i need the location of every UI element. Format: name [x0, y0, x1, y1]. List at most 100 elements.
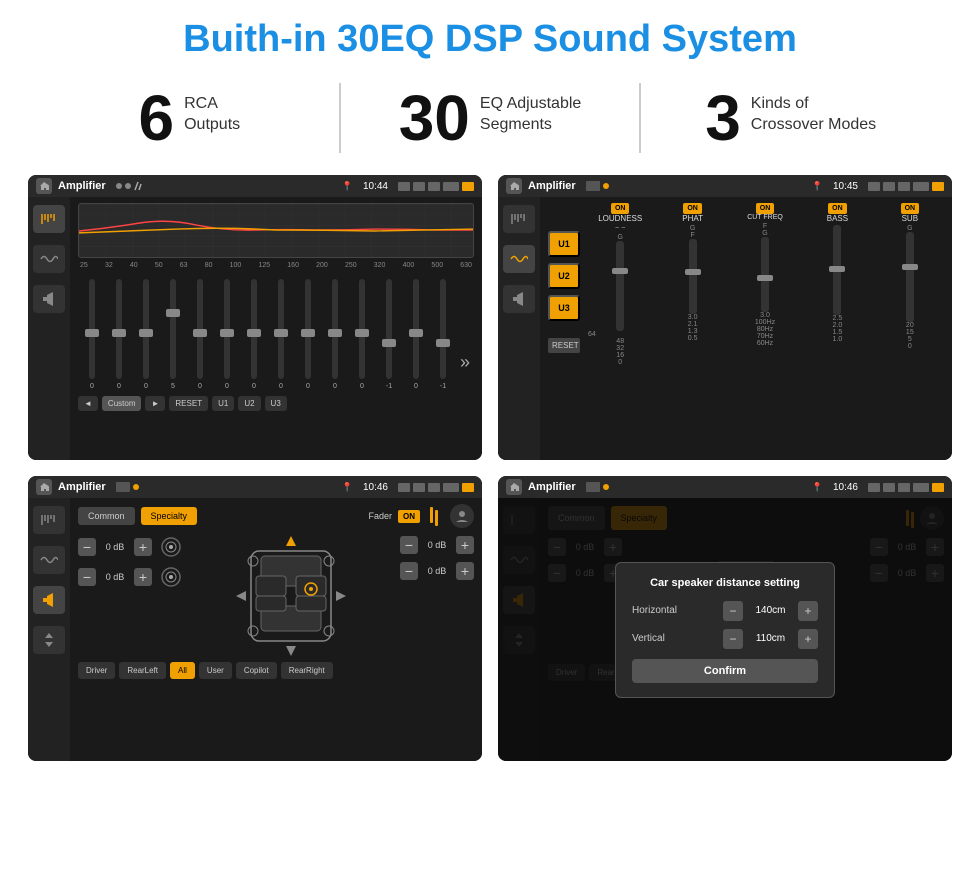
slider-track-4[interactable]	[197, 279, 203, 379]
slider-track-5[interactable]	[224, 279, 230, 379]
preset-u3-button[interactable]: U3	[548, 295, 580, 321]
level-value-2: 0 dB	[422, 540, 452, 550]
eq-reset-button[interactable]: RESET	[169, 396, 208, 411]
crossover-nav-eq[interactable]	[503, 205, 535, 233]
loudness-thumb[interactable]	[612, 268, 628, 274]
slider-track-1[interactable]	[116, 279, 122, 379]
driver-button[interactable]: Driver	[78, 662, 115, 679]
level-minus-2[interactable]: −	[400, 536, 418, 554]
slider-track-11[interactable]	[386, 279, 392, 379]
slider-track-10[interactable]	[359, 279, 365, 379]
slider-thumb-13[interactable]	[436, 339, 450, 347]
level-minus-0[interactable]: −	[78, 538, 96, 556]
slider-track-13[interactable]	[440, 279, 446, 379]
eq-custom-button[interactable]: Custom	[102, 396, 142, 411]
dialog-home-icon[interactable]	[506, 479, 522, 495]
rearleft-button[interactable]: RearLeft	[119, 662, 166, 679]
eq-u1-button[interactable]: U1	[212, 396, 234, 411]
horizontal-minus-button[interactable]: −	[723, 601, 743, 621]
sub-thumb[interactable]	[902, 264, 918, 270]
all-button[interactable]: All	[170, 662, 195, 679]
dialog-back-icon[interactable]	[932, 483, 944, 492]
back-icon[interactable]	[462, 182, 474, 191]
back-icon-2[interactable]	[932, 182, 944, 191]
preset-u2-button[interactable]: U2	[548, 263, 580, 289]
vertical-plus-button[interactable]: +	[798, 629, 818, 649]
level-row-1: − 0 dB +	[78, 566, 182, 588]
level-minus-1[interactable]: −	[78, 568, 96, 586]
fader-nav-arrows[interactable]	[33, 626, 65, 654]
crossover-side-nav	[498, 197, 540, 460]
confirm-button[interactable]: Confirm	[632, 659, 818, 683]
dialog-cam-icon	[868, 483, 880, 492]
phat-slider[interactable]	[689, 239, 697, 314]
crossover-nav-wave[interactable]	[503, 245, 535, 273]
slider-track-12[interactable]	[413, 279, 419, 379]
preset-u1-button[interactable]: U1	[548, 231, 580, 257]
eq-nav-wave[interactable]	[33, 245, 65, 273]
cutfreq-thumb[interactable]	[757, 275, 773, 281]
slider-thumb-2[interactable]	[139, 329, 153, 337]
eq-next-button[interactable]: ►	[145, 396, 165, 411]
slider-track-0[interactable]	[89, 279, 95, 379]
level-minus-3[interactable]: −	[400, 562, 418, 580]
crossover-content: U1 U2 U3 RESET ON LOUDNESS	[548, 203, 944, 366]
crossover-nav-speaker[interactable]	[503, 285, 535, 313]
slider-track-7[interactable]	[278, 279, 284, 379]
bass-thumb[interactable]	[829, 266, 845, 272]
home-icon[interactable]	[36, 178, 52, 194]
cutfreq-slider[interactable]	[761, 237, 769, 312]
slider-thumb-12[interactable]	[409, 329, 423, 337]
vertical-minus-button[interactable]: −	[723, 629, 743, 649]
stat-eq: 30 EQ Adjustable Segments	[361, 86, 620, 150]
eq-nav-eq[interactable]	[33, 205, 65, 233]
fader-home-icon[interactable]	[36, 479, 52, 495]
specialty-tab-button[interactable]: Specialty	[141, 507, 198, 525]
loudness-slider[interactable]	[616, 241, 624, 331]
loudness-toggle[interactable]: ON	[611, 203, 630, 214]
eq-more-icon[interactable]: »	[458, 340, 472, 390]
eq-u2-button[interactable]: U2	[238, 396, 260, 411]
slider-thumb-6[interactable]	[247, 329, 261, 337]
slider-thumb-7[interactable]	[274, 329, 288, 337]
slider-thumb-3[interactable]	[166, 309, 180, 317]
horizontal-plus-button[interactable]: +	[798, 601, 818, 621]
crossover-home-icon[interactable]	[506, 178, 522, 194]
sub-toggle[interactable]: ON	[901, 203, 920, 214]
slider-track-9[interactable]	[332, 279, 338, 379]
slider-thumb-8[interactable]	[301, 329, 315, 337]
fader-back-icon[interactable]	[462, 483, 474, 492]
user-button[interactable]: User	[199, 662, 232, 679]
level-plus-2[interactable]: +	[456, 536, 474, 554]
slider-track-3[interactable]	[170, 279, 176, 379]
fader-nav-eq[interactable]	[33, 506, 65, 534]
slider-thumb-9[interactable]	[328, 329, 342, 337]
slider-thumb-5[interactable]	[220, 329, 234, 337]
cutfreq-toggle[interactable]: ON	[756, 203, 775, 214]
level-plus-1[interactable]: +	[134, 568, 152, 586]
level-plus-0[interactable]: +	[134, 538, 152, 556]
slider-track-2[interactable]	[143, 279, 149, 379]
fader-nav-speaker[interactable]	[33, 586, 65, 614]
eq-nav-speaker[interactable]	[33, 285, 65, 313]
phat-toggle[interactable]: ON	[683, 203, 702, 214]
bass-slider[interactable]	[833, 225, 841, 315]
slider-track-6[interactable]	[251, 279, 257, 379]
slider-thumb-0[interactable]	[85, 329, 99, 337]
slider-thumb-10[interactable]	[355, 329, 369, 337]
slider-thumb-11[interactable]	[382, 339, 396, 347]
eq-u3-button[interactable]: U3	[265, 396, 287, 411]
common-tab-button[interactable]: Common	[78, 507, 135, 525]
fader-person-icon[interactable]	[450, 504, 474, 528]
slider-track-8[interactable]	[305, 279, 311, 379]
fader-nav-wave[interactable]	[33, 546, 65, 574]
eq-prev-button[interactable]: ◄	[78, 396, 98, 411]
bass-toggle[interactable]: ON	[828, 203, 847, 214]
slider-thumb-4[interactable]	[193, 329, 207, 337]
level-plus-3[interactable]: +	[456, 562, 474, 580]
crossover-reset-button[interactable]: RESET	[548, 338, 580, 353]
slider-thumb-1[interactable]	[112, 329, 126, 337]
fader-right-levels: − 0 dB + − 0 dB +	[400, 536, 474, 656]
sub-slider[interactable]	[906, 232, 914, 322]
phat-thumb[interactable]	[685, 269, 701, 275]
